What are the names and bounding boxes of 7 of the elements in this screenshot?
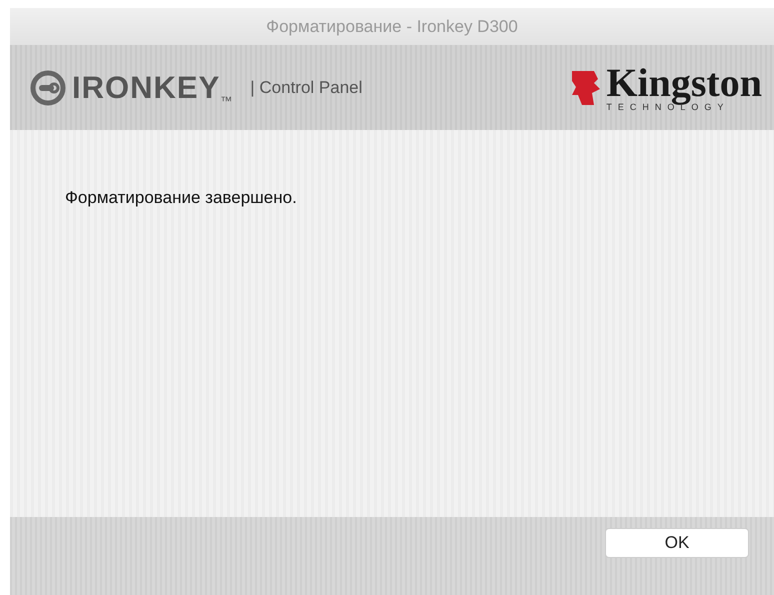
trademark-mark: ™ <box>220 94 232 108</box>
status-message: Форматирование завершено. <box>65 188 298 208</box>
ok-button[interactable]: OK <box>605 528 749 558</box>
product-label: | Control Panel <box>250 78 362 98</box>
brand-logo-text: IRONKEY <box>72 70 220 106</box>
key-ring-icon <box>30 70 66 106</box>
window-title: Форматирование - Ironkey D300 <box>266 16 518 36</box>
